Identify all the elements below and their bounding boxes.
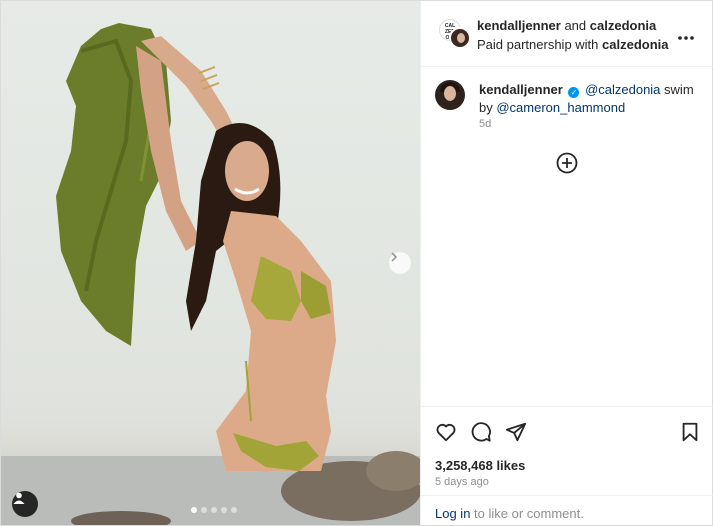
account2-link[interactable]: calzedonia — [590, 18, 656, 33]
caption-username[interactable]: kendalljenner — [479, 82, 563, 97]
account1-link[interactable]: kendalljenner — [477, 18, 561, 33]
header-avatars[interactable]: CAL ZED ONI — [439, 19, 471, 49]
caption-mention-photographer[interactable]: @cameron_hammond — [496, 100, 625, 115]
partner-link[interactable]: calzedonia — [602, 37, 668, 52]
heart-icon — [436, 423, 456, 442]
comment-button[interactable] — [470, 421, 492, 443]
user-tag-button[interactable] — [12, 491, 38, 517]
caption-by: by — [479, 100, 493, 115]
post-date[interactable]: 5 days ago — [435, 476, 489, 488]
carousel-dot — [221, 507, 227, 513]
next-photo-button[interactable] — [389, 252, 411, 274]
avatar-face — [444, 86, 456, 101]
bookmark-icon — [682, 422, 698, 442]
carousel-dot-active — [191, 507, 197, 513]
partnership-line: Paid partnership with calzedonia — [477, 37, 669, 52]
share-button[interactable] — [505, 421, 527, 443]
post-sidebar: CAL ZED ONI kendalljenner and calzedonia… — [420, 1, 713, 525]
caption-timestamp[interactable]: 5d — [479, 118, 491, 130]
post-actions: 3,258,468 likes 5 days ago Log in to lik… — [421, 406, 713, 525]
add-comment-icon — [556, 152, 578, 174]
verified-icon: ✓ — [568, 87, 580, 98]
login-prompt: Log in to like or comment. — [421, 495, 713, 526]
carousel-dot — [231, 507, 237, 513]
caption-word: swim — [664, 82, 694, 97]
carousel-dot — [211, 507, 217, 513]
post-header: CAL ZED ONI kendalljenner and calzedonia… — [421, 1, 713, 67]
kendall-avatar[interactable] — [449, 27, 471, 49]
user-tag-icon — [13, 492, 25, 504]
save-button[interactable] — [679, 421, 701, 443]
carousel-dot — [201, 507, 207, 513]
caption-mention-calzedonia[interactable]: @calzedonia — [585, 82, 660, 97]
likes-count[interactable]: 3,258,468 likes — [435, 458, 525, 473]
more-icon — [678, 36, 694, 40]
conjunction: and — [564, 18, 587, 33]
partnership-label: Paid partnership with — [477, 37, 599, 52]
post-media[interactable] — [1, 1, 420, 525]
like-button[interactable] — [435, 421, 457, 443]
header-accounts: kendalljenner and calzedonia — [477, 18, 656, 33]
comment-icon — [471, 422, 491, 442]
caption-text: kendalljenner ✓ @calzedonia swim by @cam… — [479, 81, 699, 117]
caption-avatar[interactable] — [435, 80, 465, 110]
load-more-comments-button[interactable] — [556, 152, 578, 174]
login-rest: to like or comment. — [474, 506, 584, 521]
next-arrow-icon — [391, 252, 398, 262]
more-options-button[interactable] — [677, 25, 695, 46]
carousel-indicator — [191, 507, 237, 513]
photo — [1, 23, 420, 525]
login-prompt-text: Log in to like or comment. — [435, 506, 584, 521]
share-icon — [505, 422, 527, 442]
avatar-face — [457, 33, 465, 43]
login-link[interactable]: Log in — [435, 506, 470, 521]
